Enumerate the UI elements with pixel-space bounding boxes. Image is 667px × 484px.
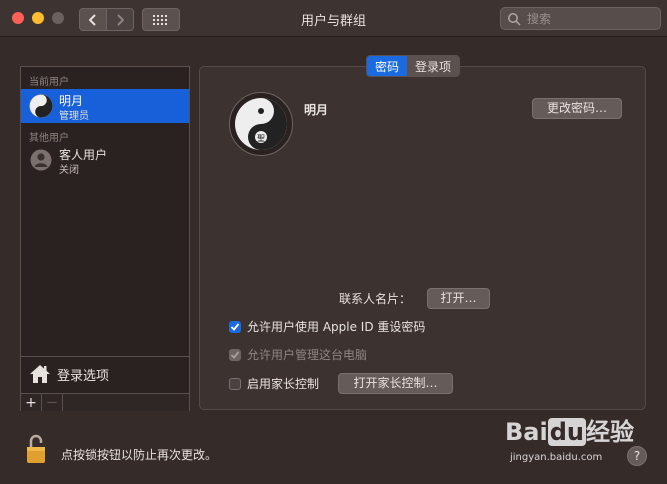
watermark-brand-paw: du	[547, 418, 586, 446]
open-parental-controls-button[interactable]: 打开家长控制…	[338, 373, 453, 394]
allow-admin-row: 允许用户管理这台电脑	[229, 346, 367, 363]
search-icon	[508, 12, 521, 26]
allow-apple-id-reset-label: 允许用户使用 Apple ID 重设密码	[247, 320, 426, 334]
sidebar-footer: + —	[21, 393, 189, 411]
user-role: 关闭	[59, 165, 79, 176]
remove-user-button[interactable]: —	[42, 394, 63, 411]
open-contact-card-button[interactable]: 打开…	[427, 288, 490, 309]
yin-yang-avatar-image: 聖	[235, 98, 287, 150]
tab-password[interactable]: 密码	[367, 56, 408, 76]
checkmark-icon	[230, 322, 240, 331]
tab-bar: 密码 登录项	[366, 55, 461, 77]
sidebar-user-mingyue[interactable]: 明月 管理员	[21, 89, 189, 123]
watermark-url: jingyan.baidu.com	[510, 452, 603, 463]
watermark-suffix: 经验	[585, 418, 634, 446]
allow-admin-checkbox	[229, 348, 241, 361]
watermark-brand: Bai	[505, 418, 548, 446]
login-options-button[interactable]: 登录选项	[21, 357, 189, 393]
guest-user-icon	[30, 149, 52, 171]
other-users-label: 其他用户	[29, 133, 69, 144]
avatar-glyph: 聖	[257, 134, 265, 143]
lock-button[interactable]	[24, 433, 48, 469]
user-role: 管理员	[59, 111, 89, 122]
user-avatar-large[interactable]: 聖	[229, 92, 293, 156]
checkmark-icon	[230, 350, 240, 359]
parental-controls-row[interactable]: 启用家长控制	[229, 375, 319, 392]
parental-controls-label: 启用家长控制	[247, 377, 320, 391]
current-users-label: 当前用户	[29, 77, 69, 88]
users-sidebar: 当前用户 明月 管理员 其他用户 客人用户 关闭 登录选项 + —	[20, 66, 190, 411]
unlocked-padlock-icon	[27, 434, 45, 463]
change-password-button[interactable]: 更改密码…	[532, 98, 622, 119]
search-box[interactable]	[500, 7, 661, 30]
allow-apple-id-reset-row[interactable]: 允许用户使用 Apple ID 重设密码	[229, 318, 425, 335]
tab-login-items[interactable]: 登录项	[407, 56, 460, 76]
avatar	[29, 94, 53, 118]
add-user-button[interactable]: +	[21, 394, 42, 411]
search-input[interactable]	[525, 10, 649, 27]
sidebar-user-guest[interactable]: 客人用户 关闭	[21, 143, 189, 177]
allow-apple-id-reset-checkbox[interactable]	[229, 320, 241, 333]
title-bar: 用户与群组	[0, 0, 667, 37]
allow-admin-label: 允许用户管理这台电脑	[247, 348, 368, 362]
parental-controls-checkbox[interactable]	[229, 377, 241, 390]
house-icon	[30, 365, 50, 383]
contact-card-label: 联系人名片：	[339, 292, 412, 306]
baidu-watermark: Baidu经验	[505, 412, 634, 447]
help-button[interactable]: ?	[627, 446, 647, 466]
selected-user-name: 明月	[304, 103, 329, 117]
lock-hint-text: 点按锁按钮以防止再次更改。	[61, 448, 218, 462]
login-options-label: 登录选项	[57, 369, 110, 384]
